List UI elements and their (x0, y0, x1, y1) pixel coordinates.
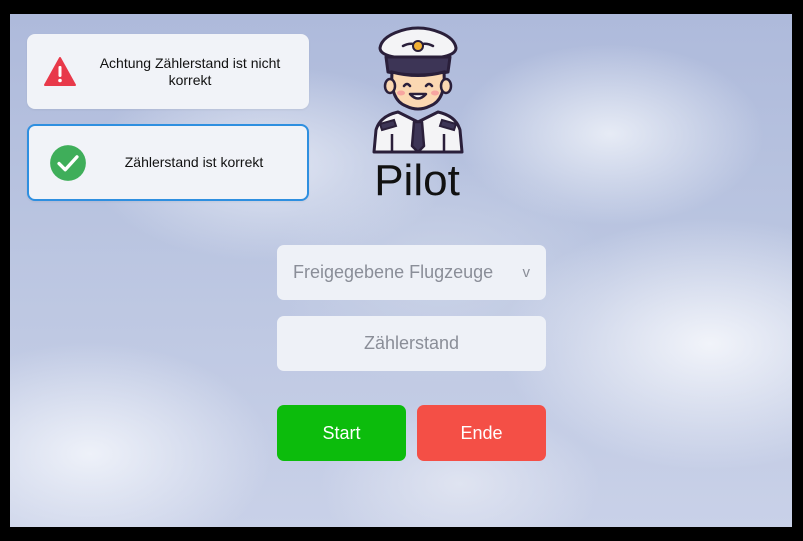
success-notification-text: Zählerstand ist korrekt (124, 154, 264, 170)
warning-icon (44, 56, 76, 86)
start-button[interactable]: Start (277, 405, 406, 461)
warning-notification: Achtung Zählerstand ist nicht korrekt (27, 34, 309, 109)
aircraft-select[interactable]: Freigegebene Flugzeuge v (277, 245, 546, 300)
pilot-avatar-icon (372, 26, 464, 154)
warning-notification-text: Achtung Zählerstand ist nicht korrekt (99, 54, 281, 88)
chevron-down-icon: v (522, 264, 531, 281)
app-screen: Achtung Zählerstand ist nicht korrekt Zä… (10, 14, 792, 527)
aircraft-select-value: Freigegebene Flugzeuge (293, 262, 494, 282)
success-notification: Zählerstand ist korrekt (27, 124, 309, 201)
end-button[interactable]: Ende (417, 405, 546, 461)
page-title: Pilot (374, 156, 460, 205)
counter-input[interactable] (277, 316, 546, 371)
check-circle-icon (50, 144, 86, 181)
